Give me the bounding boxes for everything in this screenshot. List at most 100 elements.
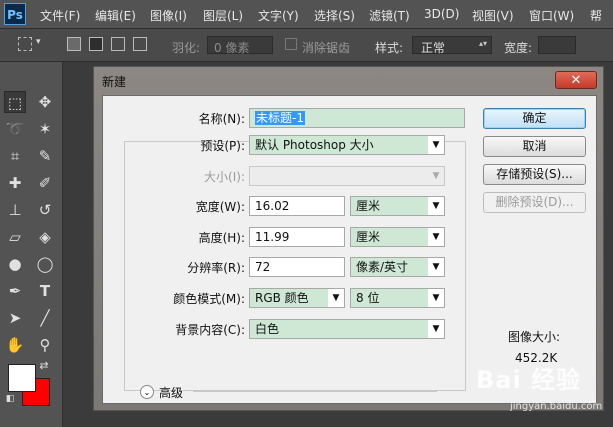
default-colors-icon[interactable]: ◧ — [3, 392, 17, 406]
ok-button[interactable]: 确定 — [483, 108, 586, 129]
name-field[interactable]: 未标题-1 — [249, 108, 465, 128]
delete-preset-button: 删除预设(D)... — [483, 192, 586, 213]
menu-type[interactable]: 文字(Y) — [258, 7, 299, 24]
chevron-down-icon: ▴▾ — [478, 39, 487, 48]
menu-edit[interactable]: 编辑(E) — [95, 7, 136, 24]
crop-icon[interactable]: ⌗ — [4, 145, 26, 167]
menu-view[interactable]: 视图(V) — [472, 7, 514, 24]
add-to-selection-icon[interactable] — [89, 37, 103, 51]
eyedropper-icon[interactable]: ✎ — [34, 145, 56, 167]
height-unit: 厘米 — [356, 230, 381, 244]
advanced-toggle-icon[interactable]: ⌄ — [140, 385, 154, 399]
chevron-down-icon: ▼ — [328, 289, 344, 307]
clone-stamp-icon[interactable]: ⊥ — [4, 199, 26, 221]
menu-help[interactable]: 帮 — [590, 7, 602, 24]
style-select[interactable]: 正常 ▴▾ — [412, 36, 492, 55]
marquee-preset-icon[interactable] — [18, 37, 32, 51]
feather-input[interactable]: 0 像素 — [207, 36, 273, 55]
history-brush-icon[interactable]: ↺ — [34, 199, 56, 221]
line-icon[interactable]: ╱ — [34, 307, 56, 329]
color-mode-value: RGB 颜色 — [255, 291, 309, 305]
chevron-down-icon: ▼ — [428, 136, 444, 154]
preset-value: 默认 Photoshop 大小 — [255, 138, 374, 152]
healing-brush-icon[interactable]: ✚ — [4, 172, 26, 194]
move-icon[interactable]: ✥ — [34, 91, 56, 113]
background-value: 白色 — [255, 322, 280, 336]
resolution-field[interactable]: 72 — [249, 257, 345, 277]
chevron-down-icon: ▼ — [428, 197, 444, 215]
menu-filter[interactable]: 滤镜(T) — [369, 7, 410, 24]
menu-file[interactable]: 文件(F) — [40, 7, 80, 24]
style-label: 样式: — [375, 41, 404, 55]
resolution-value: 72 — [255, 260, 271, 274]
name-label: 名称(N): — [198, 112, 245, 126]
lasso-icon[interactable]: ➰ — [4, 118, 26, 140]
background-select[interactable]: 白色 ▼ — [249, 319, 445, 339]
pen-icon[interactable]: ✒ — [4, 280, 26, 302]
save-preset-button[interactable]: 存储预设(S)... — [483, 164, 586, 185]
color-mode-label: 颜色模式(M): — [173, 292, 245, 306]
intersect-selection-icon[interactable] — [133, 37, 147, 51]
menu-bar: Ps 文件(F) 编辑(E) 图像(I) 图层(L) 文字(Y) 选择(S) 滤… — [0, 0, 613, 29]
preset-select[interactable]: 默认 Photoshop 大小 ▼ — [249, 135, 445, 155]
advanced-divider — [193, 391, 437, 392]
path-select-icon[interactable]: ➤ — [4, 307, 26, 329]
height-label: 高度(H): — [198, 231, 245, 245]
dialog-body: 名称(N): 未标题-1 预设(P): 默认 Photoshop 大小 ▼ 大小(… — [102, 95, 597, 404]
chevron-down-icon: ▼ — [428, 258, 444, 276]
baidu-watermark-url: jingyan.baidu.com — [510, 401, 603, 412]
preset-label: 预设(P): — [200, 139, 245, 153]
menu-window[interactable]: 窗口(W) — [529, 7, 574, 24]
photoshop-logo: Ps — [4, 3, 26, 25]
zoom-icon[interactable]: ⚲ — [34, 334, 56, 356]
menu-image[interactable]: 图像(I) — [150, 7, 187, 24]
cancel-button[interactable]: 取消 — [483, 136, 586, 157]
dodge-icon[interactable]: ◯ — [34, 253, 56, 275]
options-bar: ▾ 羽化: 0 像素 消除锯齿 样式: 正常 ▴▾ 宽度: — [0, 29, 613, 62]
antialias-checkbox[interactable] — [285, 38, 297, 50]
size-label: 大小(I): — [204, 170, 245, 184]
menu-layer[interactable]: 图层(L) — [203, 7, 243, 24]
chevron-down-icon[interactable]: ▾ — [36, 37, 41, 47]
foreground-color-swatch[interactable] — [8, 364, 36, 392]
paint-bucket-icon[interactable]: ◈ — [34, 226, 56, 248]
menu-3d[interactable]: 3D(D) — [424, 7, 459, 21]
width-label: 宽度: — [504, 41, 533, 55]
new-selection-icon[interactable] — [67, 37, 81, 51]
style-value: 正常 — [421, 41, 446, 55]
menu-select[interactable]: 选择(S) — [314, 7, 355, 24]
blur-icon[interactable]: ● — [4, 253, 26, 275]
type-icon[interactable]: T — [34, 280, 56, 302]
chevron-down-icon: ▼ — [428, 289, 444, 307]
size-select[interactable]: ▼ — [249, 166, 445, 186]
toolbox: ⬚ ✥ ➰ ✶ ⌗ ✎ ✚ ✐ ⊥ ↺ ▱ ◈ ● ◯ ✒ T ➤ ╱ ✋ ⚲ … — [0, 62, 63, 427]
brush-icon[interactable]: ✐ — [34, 172, 56, 194]
antialias-label: 消除锯齿 — [302, 41, 351, 55]
close-icon[interactable]: ✕ — [555, 71, 597, 89]
magic-wand-icon[interactable]: ✶ — [34, 118, 56, 140]
resolution-label: 分辨率(R): — [187, 261, 245, 275]
feather-label: 羽化: — [172, 41, 201, 55]
dialog-title: 新建 — [102, 75, 127, 89]
baidu-watermark: Bai 经验 — [476, 366, 582, 394]
subtract-selection-icon[interactable] — [111, 37, 125, 51]
width-unit: 厘米 — [356, 199, 381, 213]
height-unit-select[interactable]: 厘米 ▼ — [350, 227, 445, 247]
width-field[interactable]: 16.02 — [249, 196, 345, 216]
height-field[interactable]: 11.99 — [249, 227, 345, 247]
width-unit-select[interactable]: 厘米 ▼ — [350, 196, 445, 216]
width-input[interactable] — [538, 36, 576, 54]
swap-colors-icon[interactable]: ⇄ — [36, 358, 52, 374]
bit-depth-select[interactable]: 8 位 ▼ — [350, 288, 445, 308]
advanced-label[interactable]: 高级 — [159, 384, 183, 401]
name-value: 未标题-1 — [255, 111, 305, 125]
eraser-icon[interactable]: ▱ — [4, 226, 26, 248]
rect-marquee-icon[interactable]: ⬚ — [4, 91, 26, 113]
width-label: 宽度(W): — [195, 200, 245, 214]
height-value: 11.99 — [255, 230, 290, 244]
hand-icon[interactable]: ✋ — [4, 334, 26, 356]
background-label: 背景内容(C): — [175, 323, 245, 337]
color-mode-select[interactable]: RGB 颜色 ▼ — [249, 288, 345, 308]
width-value: 16.02 — [255, 199, 290, 213]
resolution-unit-select[interactable]: 像素/英寸 ▼ — [350, 257, 445, 277]
